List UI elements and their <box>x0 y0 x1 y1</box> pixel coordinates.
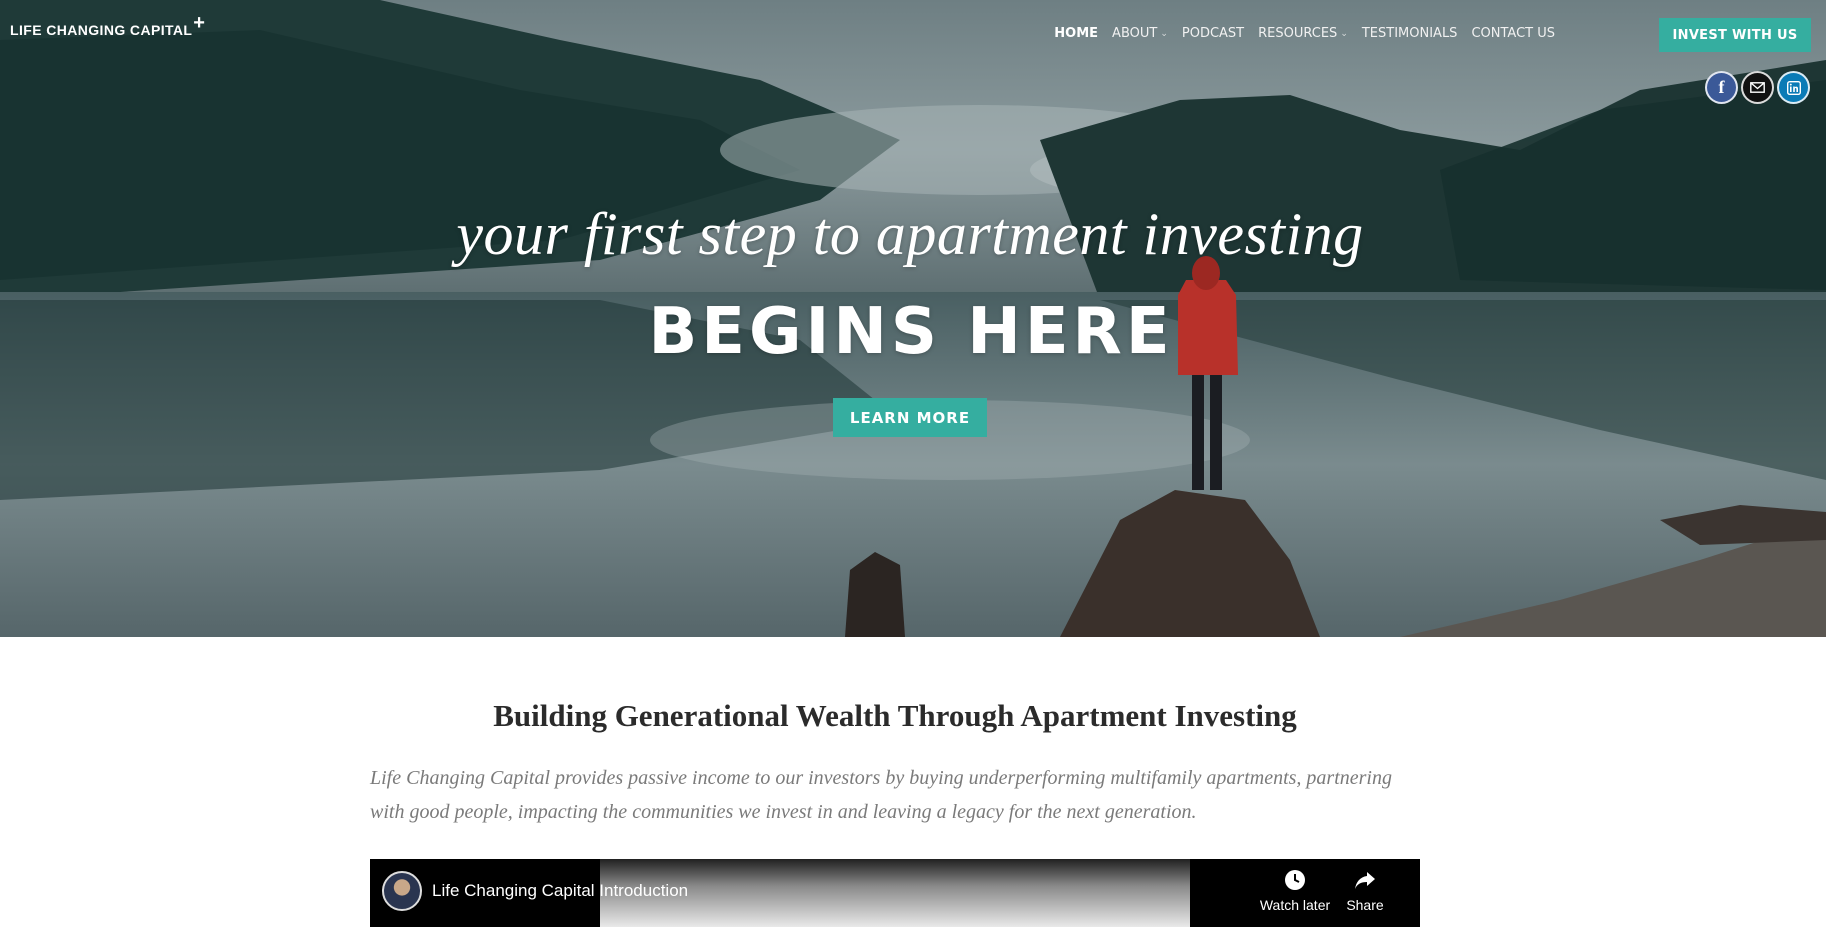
nav-item-podcast[interactable]: PODCAST <box>1175 26 1251 41</box>
nav-item-label: PODCAST <box>1181 26 1245 41</box>
nav-item-resources[interactable]: RESOURCES ⌄ <box>1251 26 1355 41</box>
channel-avatar[interactable] <box>382 871 422 911</box>
chevron-down-icon: ⌄ <box>1160 28 1168 39</box>
hero-tagline: your first step to apartment investing <box>456 201 1364 267</box>
watch-later-button[interactable]: Watch later <box>1255 869 1335 913</box>
social-links: f <box>1705 71 1810 104</box>
nav-item-label: ABOUT <box>1112 26 1158 41</box>
nav-item-home[interactable]: HOME <box>1047 26 1105 41</box>
video-embed[interactable]: Life Changing Capital Introduction Watch… <box>370 859 1420 927</box>
linkedin-icon[interactable] <box>1777 71 1810 104</box>
hero-banner: LIFE CHANGING CAPITAL + HOME ABOUT ⌄ PODC… <box>0 0 1826 637</box>
share-icon <box>1355 872 1375 889</box>
chevron-down-icon: ⌄ <box>1340 28 1348 39</box>
watch-later-label: Watch later <box>1259 897 1331 913</box>
logo-plus-icon: + <box>193 12 206 34</box>
intro-paragraph: Life Changing Capital provides passive i… <box>370 767 1392 823</box>
nav-item-label: HOME <box>1054 26 1099 41</box>
nav-item-about[interactable]: ABOUT ⌄ <box>1105 26 1175 41</box>
share-label: Share <box>1346 897 1384 913</box>
learn-more-button[interactable]: LEARN MORE <box>833 398 987 437</box>
nav-item-label: RESOURCES <box>1258 26 1338 41</box>
main-navigation: HOME ABOUT ⌄ PODCAST RESOURCES ⌄ TESTIMO… <box>1047 26 1562 41</box>
hero-headline: BEGINS HERE <box>648 295 1174 369</box>
nav-item-label: TESTIMONIALS <box>1361 26 1458 41</box>
share-button[interactable]: Share <box>1335 869 1395 913</box>
nav-item-testimonials[interactable]: TESTIMONIALS <box>1355 26 1465 41</box>
section-title: Building Generational Wealth Through Apa… <box>493 698 1297 733</box>
nav-item-contact-us[interactable]: CONTACT US <box>1464 26 1562 41</box>
site-logo[interactable]: LIFE CHANGING CAPITAL + <box>10 12 205 38</box>
logo-text: LIFE CHANGING CAPITAL <box>10 22 193 38</box>
video-title[interactable]: Life Changing Capital Introduction <box>432 881 688 901</box>
facebook-icon[interactable]: f <box>1705 71 1738 104</box>
video-thumbnail <box>600 859 1190 927</box>
invest-with-us-button[interactable]: INVEST WITH US <box>1659 18 1811 52</box>
mail-icon[interactable] <box>1741 71 1774 104</box>
clock-icon <box>1285 870 1305 890</box>
nav-item-label: CONTACT US <box>1471 26 1555 41</box>
